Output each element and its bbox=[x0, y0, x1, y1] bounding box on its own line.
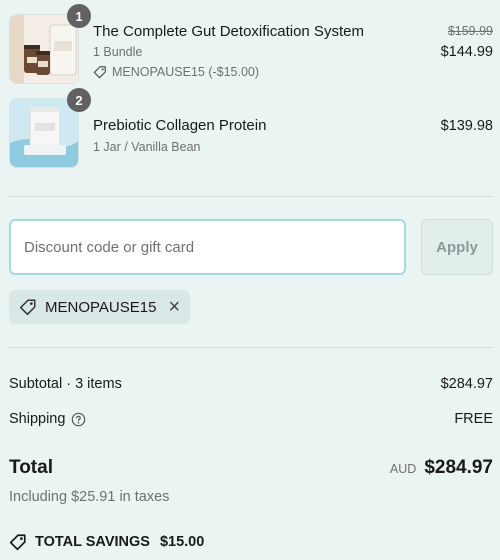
line-item: 1 The Complete Gut Detoxification System… bbox=[9, 4, 493, 84]
subtotal-label-text: Subtotal · 3 items bbox=[9, 376, 122, 392]
shipping-label-text: Shipping bbox=[9, 411, 66, 427]
original-price: $159.99 bbox=[447, 24, 493, 38]
product-variant: 1 Bundle bbox=[93, 45, 143, 59]
line-discount: MENOPAUSE15 (-$15.00) bbox=[93, 65, 259, 79]
product-thumbnail-wrap: 2 bbox=[9, 88, 91, 168]
product-image bbox=[9, 14, 79, 84]
total-value: $284.97 bbox=[424, 457, 493, 478]
quantity-badge: 1 bbox=[67, 4, 91, 28]
subtotal-value: $284.97 bbox=[440, 376, 493, 392]
shipping-label: Shipping bbox=[9, 411, 86, 427]
applied-discount-chip: MENOPAUSE15 × bbox=[9, 290, 191, 324]
apply-button[interactable]: Apply bbox=[421, 219, 493, 275]
discount-code-input[interactable] bbox=[9, 219, 406, 275]
question-circle-icon[interactable] bbox=[71, 412, 86, 427]
savings-label: TOTAL SAVINGS bbox=[35, 534, 150, 550]
subtotal-label: Subtotal · 3 items bbox=[9, 376, 122, 392]
line-item: 2 Prebiotic Collagen Protein 1 Jar / Van… bbox=[9, 88, 493, 168]
quantity-badge: 2 bbox=[67, 88, 91, 112]
tag-icon bbox=[19, 299, 36, 316]
product-thumbnail-wrap: 1 bbox=[9, 4, 91, 84]
shipping-value: FREE bbox=[454, 411, 493, 427]
total-amount: AUD $284.97 bbox=[390, 457, 493, 479]
savings-value: $15.00 bbox=[159, 534, 205, 550]
applied-discount-code: MENOPAUSE15 bbox=[45, 298, 157, 316]
product-title: The Complete Gut Detoxification System bbox=[93, 23, 364, 40]
tax-note: Including $25.91 in taxes bbox=[9, 489, 170, 505]
currency-code: AUD bbox=[389, 462, 417, 476]
product-price: $139.98 bbox=[440, 118, 493, 134]
close-icon[interactable]: × bbox=[168, 297, 180, 317]
product-image bbox=[9, 98, 79, 168]
product-variant: 1 Jar / Vanilla Bean bbox=[93, 140, 201, 154]
divider bbox=[9, 347, 493, 348]
line-discount-text: MENOPAUSE15 (-$15.00) bbox=[112, 65, 260, 79]
product-price: $144.99 bbox=[440, 44, 493, 60]
tag-icon bbox=[9, 534, 26, 551]
total-savings: TOTAL SAVINGS $15.00 bbox=[9, 533, 204, 551]
product-title: Prebiotic Collagen Protein bbox=[93, 117, 267, 134]
divider bbox=[9, 196, 493, 197]
tag-icon bbox=[93, 66, 106, 79]
total-label: Total bbox=[9, 457, 53, 478]
